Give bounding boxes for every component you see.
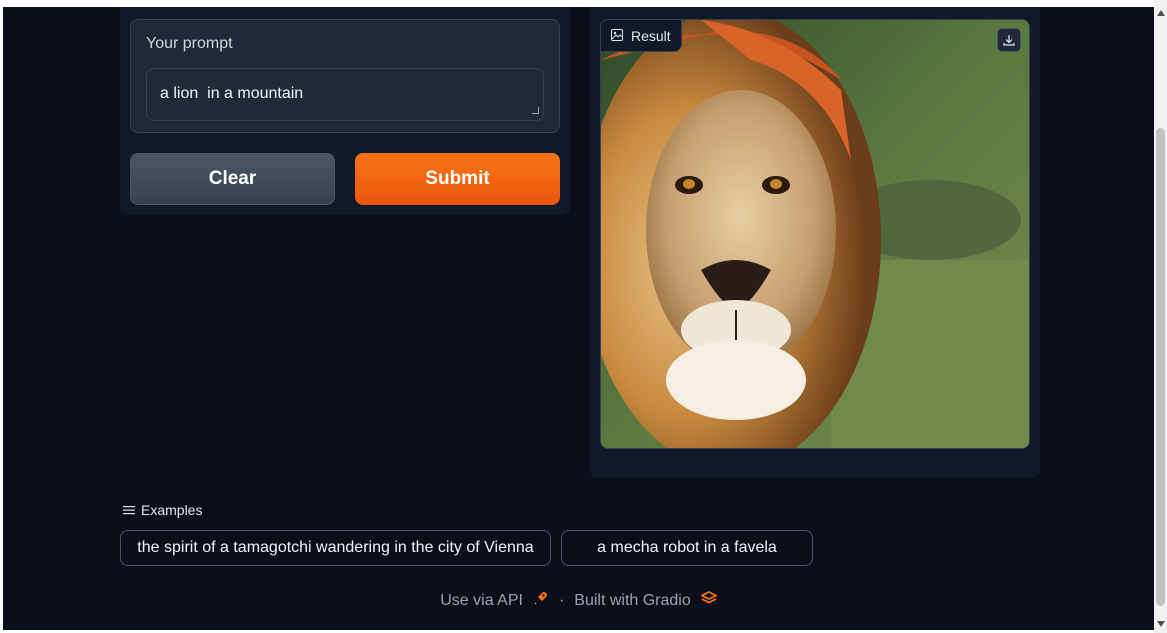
output-panel: Result [590, 7, 1040, 478]
clear-button[interactable]: Clear [130, 153, 335, 205]
app-viewport: Your prompt a lion in a mountain Clear S… [3, 7, 1154, 630]
footer-separator: · [558, 591, 565, 609]
footer: Use via API · Built with Gradio [3, 590, 1154, 611]
examples-header: Examples [123, 502, 202, 518]
input-panel: Your prompt a lion in a mountain Clear S… [120, 7, 570, 215]
built-with-gradio-link[interactable]: Built with Gradio [574, 592, 691, 610]
example-item[interactable]: a mecha robot in a favela [561, 530, 813, 566]
image-icon [611, 28, 623, 44]
scroll-down-arrow[interactable] [1157, 621, 1165, 627]
page-scrollbar[interactable] [1154, 0, 1167, 633]
prompt-label: Your prompt [146, 35, 233, 52]
list-icon [123, 502, 135, 518]
scrollbar-thumb[interactable] [1156, 128, 1165, 606]
download-icon [1003, 31, 1015, 50]
scroll-up-arrow[interactable] [1157, 10, 1165, 16]
result-label-tab: Result [601, 20, 682, 52]
example-item[interactable]: the spirit of a tamagotchi wandering in … [120, 530, 551, 566]
submit-button[interactable]: Submit [355, 153, 560, 205]
resize-handle-icon[interactable] [532, 107, 539, 114]
result-image-frame: Result [600, 19, 1030, 449]
examples-label: Examples [141, 502, 203, 518]
gradio-logo-icon [699, 590, 718, 610]
prompt-textarea[interactable]: a lion in a mountain [146, 68, 544, 121]
download-button[interactable] [997, 28, 1021, 52]
prompt-block: Your prompt a lion in a mountain [130, 19, 560, 133]
generated-lion-image [601, 20, 1029, 448]
result-label: Result [631, 27, 671, 44]
rocket-icon [533, 590, 549, 611]
use-via-api-link[interactable]: Use via API [440, 592, 523, 610]
